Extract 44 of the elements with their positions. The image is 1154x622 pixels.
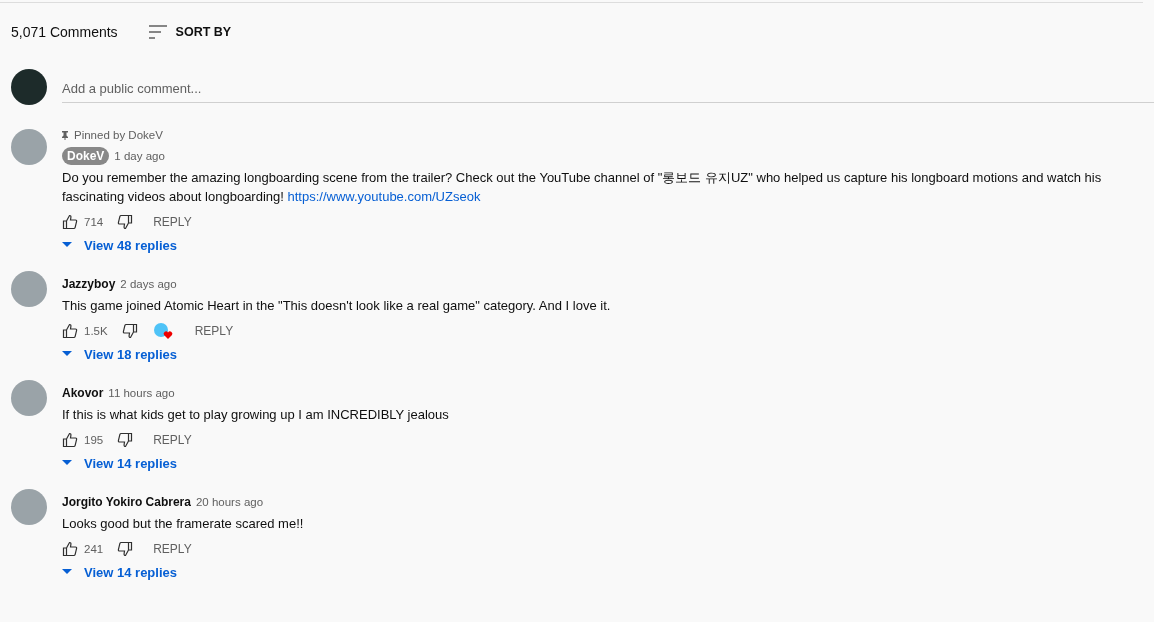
thumbs-down-icon[interactable]: [117, 541, 134, 557]
view-replies-button[interactable]: View 14 replies: [62, 453, 177, 473]
comment-text: Do you remember the amazing longboarding scene from the trailer? Check out the YouTube channel of "롱보드 유지UZ" who helped us capture his longboard motions and watch his fascinating videos about longboarding! https://www.youtube.com/UZseok: [62, 169, 1102, 206]
pin-icon: [62, 130, 68, 140]
comment-text: This game joined Atomic Heart in the "This doesn't look like a real game" category. And I love it.: [62, 297, 612, 315]
sort-button[interactable]: SORT BY: [147, 24, 232, 40]
author-name[interactable]: Akovor: [62, 386, 104, 400]
comment-time[interactable]: 20 hours ago: [195, 496, 264, 508]
comment-time[interactable]: 11 hours ago: [108, 387, 175, 399]
caret-icon: [62, 242, 72, 248]
reply-button[interactable]: REPLY: [194, 324, 234, 338]
comment-input-field[interactable]: Add a public comment...: [62, 81, 1154, 103]
like-count: 195: [84, 434, 104, 446]
author-name[interactable]: Jorgito Yokiro Cabrera: [62, 495, 191, 509]
thumbs-up-icon[interactable]: [62, 432, 78, 448]
view-replies-button[interactable]: View 48 replies: [62, 235, 177, 255]
author-name[interactable]: DokeV: [62, 147, 110, 165]
reply-button[interactable]: REPLY: [153, 215, 192, 229]
like-count: 1.5K: [84, 325, 108, 337]
like-count: 714: [84, 216, 104, 228]
thumbs-up-icon[interactable]: [62, 541, 78, 557]
caret-icon: [62, 460, 72, 466]
view-replies-button[interactable]: View 14 replies: [62, 562, 177, 582]
thumbs-down-icon[interactable]: [117, 214, 134, 230]
author-name[interactable]: Jazzyboy: [62, 277, 116, 291]
view-replies-button[interactable]: View 18 replies: [62, 344, 177, 364]
caret-icon: [62, 351, 72, 357]
comment-text: If this is what kids get to play growing up I am INCREDIBLY jealous: [62, 406, 450, 424]
comment-time[interactable]: 1 day ago: [114, 150, 165, 162]
comment-link[interactable]: https://www.youtube.com/UZseok: [287, 189, 481, 204]
comment-text: Looks good but the framerate scared me!!: [62, 515, 305, 533]
caret-icon: [62, 569, 72, 575]
comment-time[interactable]: 2 days ago: [120, 278, 177, 290]
pinned-label: Pinned by DokeV: [74, 129, 163, 141]
reply-button[interactable]: REPLY: [153, 542, 192, 556]
reply-button[interactable]: REPLY: [153, 433, 192, 447]
like-count: 241: [84, 543, 104, 555]
sort-icon: [147, 24, 168, 40]
thumbs-down-icon[interactable]: [117, 432, 134, 448]
thumbs-down-icon[interactable]: [121, 323, 138, 339]
thumbs-up-icon[interactable]: [62, 323, 78, 339]
user-avatar: [11, 69, 47, 105]
comment-count: 5,071 Comments: [11, 24, 118, 40]
thumbs-up-icon[interactable]: [62, 214, 78, 230]
